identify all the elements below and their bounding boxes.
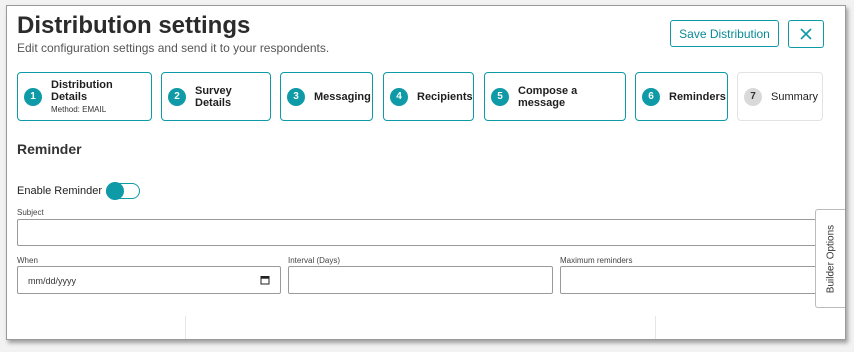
step-number: 5 [491,87,509,106]
builder-options-label: Builder Options [825,224,836,293]
page-subtitle: Edit configuration settings and send it … [17,41,330,55]
step-messaging[interactable]: 3 Messaging [280,72,373,121]
step-label: Survey Details [195,84,232,109]
step-survey-details[interactable]: 2 Survey Details [161,72,271,121]
step-label: Distribution Details [51,78,113,103]
calendar-icon[interactable] [260,275,270,285]
step-recipients[interactable]: 4 Recipients [383,72,474,121]
reminder-section-title: Reminder [17,141,82,157]
when-label: When [17,256,38,265]
step-number: 6 [642,87,660,106]
save-distribution-button[interactable]: Save Distribution [670,20,779,47]
interval-days-input[interactable] [288,266,553,294]
step-label: Messaging [314,90,371,103]
enable-reminder-toggle[interactable] [106,182,140,200]
divider [185,316,186,339]
subject-input[interactable] [17,219,817,246]
close-icon [800,28,812,40]
toggle-knob [106,182,124,200]
step-label: Summary [771,90,819,103]
enable-reminder-label: Enable Reminder [17,185,102,197]
when-date-input[interactable]: mm/dd/yyyy [17,266,281,294]
step-label: Compose a message [518,84,578,109]
divider [655,316,656,339]
step-label: Recipients [417,90,473,103]
maximum-reminders-input[interactable] [560,266,817,294]
page-title: Distribution settings [17,12,251,39]
builder-options-tab[interactable]: Builder Options [815,209,845,308]
when-date-placeholder: mm/dd/yyyy [28,276,77,286]
close-button[interactable] [788,20,824,48]
step-summary[interactable]: 7 Summary [737,72,823,121]
maximum-reminders-label: Maximum reminders [560,256,633,265]
step-number: 7 [744,87,762,106]
step-number: 4 [390,87,408,106]
interval-label: Interval (Days) [288,256,341,265]
step-label: Reminders [669,90,726,103]
step-number: 2 [168,87,186,106]
step-number: 1 [24,87,42,106]
step-reminders[interactable]: 6 Reminders [635,72,728,121]
step-number: 3 [287,87,305,106]
step-method: Method: EMAIL [51,104,107,114]
step-compose-message[interactable]: 5 Compose a message [484,72,626,121]
distribution-settings-panel: Distribution settings Edit configuration… [6,5,846,340]
step-distribution-details[interactable]: 1 Distribution Details Method: EMAIL [17,72,152,121]
subject-label: Subject [17,208,44,217]
